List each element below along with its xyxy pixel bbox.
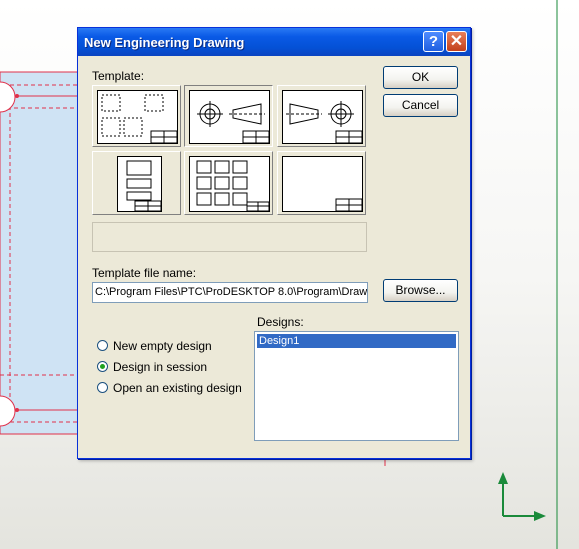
designs-listbox[interactable]: Design1 [254, 331, 459, 441]
radio-button[interactable] [97, 340, 108, 351]
template-thumbnail-icon [117, 156, 162, 212]
template-thumbnail-icon [189, 90, 270, 144]
ok-button[interactable]: OK [383, 66, 458, 89]
radio-label: New empty design [113, 339, 212, 353]
template-file-label: Template file name: [92, 266, 197, 280]
new-engineering-drawing-dialog: New Engineering Drawing ? ✕ Template: Te… [77, 27, 471, 459]
template-first-angle-projection[interactable] [277, 85, 366, 147]
dialog-titlebar[interactable]: New Engineering Drawing ? ✕ [78, 28, 470, 56]
template-thumbnail-icon [97, 90, 178, 144]
close-icon: ✕ [449, 33, 464, 50]
radio-label: Design in session [113, 360, 208, 374]
designs-label: Designs: [257, 315, 304, 329]
template-file-input[interactable]: C:\Program Files\PTC\ProDESKTOP 8.0\Prog… [92, 282, 368, 303]
axis-indicator-icon [498, 472, 546, 521]
radio-button[interactable] [97, 361, 108, 372]
radio-selected-dot [100, 364, 105, 369]
template-grid-3x3-views[interactable] [184, 151, 273, 215]
help-button[interactable]: ? [423, 31, 444, 52]
template-layout-4-views[interactable] [92, 85, 181, 147]
help-icon: ? [428, 33, 439, 50]
template-label: Template: [92, 69, 145, 83]
dialog-title: New Engineering Drawing [84, 35, 245, 50]
radio-label: Open an existing design [113, 381, 242, 395]
radio-button[interactable] [97, 382, 108, 393]
template-thumbnail-icon [282, 90, 363, 144]
cancel-button[interactable]: Cancel [383, 94, 458, 117]
template-thumbnail-icon [282, 156, 363, 212]
template-blank-sheet[interactable] [277, 151, 366, 215]
template-description-field [92, 222, 367, 252]
template-single-column-views[interactable] [92, 151, 181, 215]
template-thumbnail-icon [189, 156, 270, 212]
browse-button[interactable]: Browse... [383, 279, 458, 302]
template-third-angle-projection[interactable] [184, 85, 273, 147]
list-item[interactable]: Design1 [257, 334, 456, 348]
close-button[interactable]: ✕ [446, 31, 467, 52]
